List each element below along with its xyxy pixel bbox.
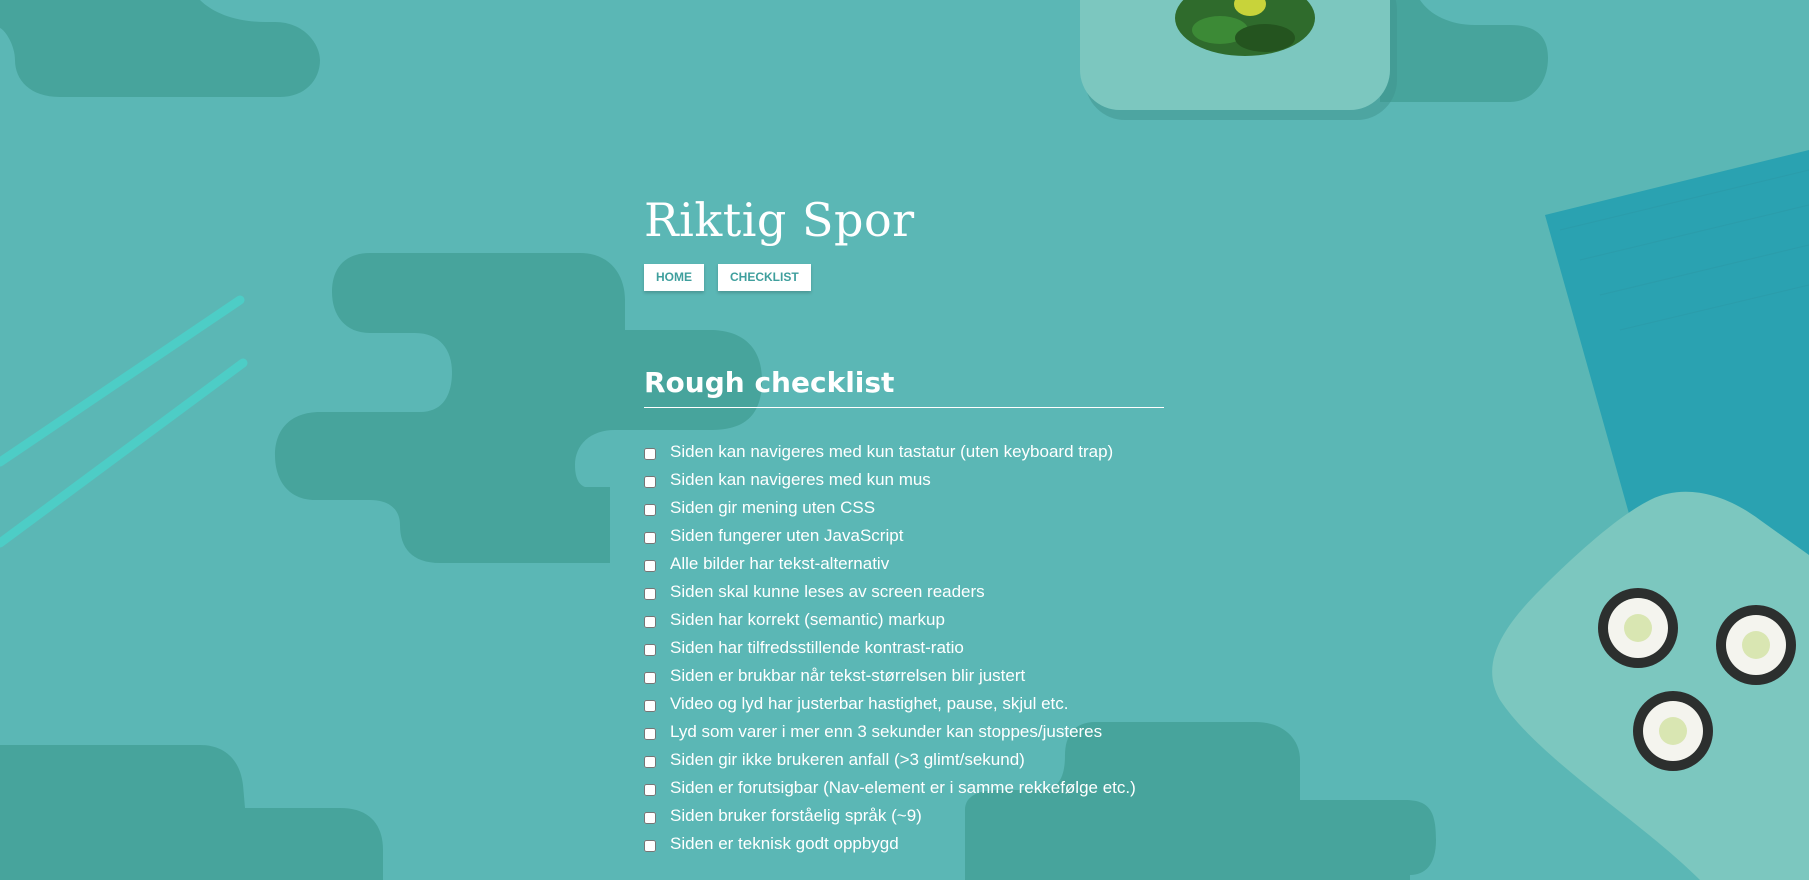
cloud-shape-top-left [0, 0, 320, 97]
checklist-label: Siden bruker forståelig språk (~9) [670, 806, 922, 825]
checklist-checkbox[interactable] [644, 504, 656, 516]
nav-checklist-button[interactable]: CHECKLIST [718, 264, 811, 291]
chopsticks-image [0, 295, 248, 548]
nav-home-button[interactable]: HOME [644, 264, 704, 291]
checklist-item: Siden kan navigeres med kun mus [644, 466, 1164, 494]
main-content: Riktig Spor HOME CHECKLIST Rough checkli… [644, 190, 1164, 858]
checklist-label: Siden kan navigeres med kun tastatur (ut… [670, 442, 1114, 461]
sushi-roll-3 [1633, 691, 1713, 771]
checklist-checkbox[interactable] [644, 756, 656, 768]
checklist-item: Lyd som varer i mer enn 3 sekunder kan s… [644, 718, 1164, 746]
checklist-checkbox[interactable] [644, 476, 656, 488]
checklist-item: Alle bilder har tekst-alternativ [644, 550, 1164, 578]
checklist-item: Siden har tilfredsstillende kontrast-rat… [644, 634, 1164, 662]
checklist: Siden kan navigeres med kun tastatur (ut… [644, 438, 1164, 858]
checklist-item: Siden fungerer uten JavaScript [644, 522, 1164, 550]
checklist-checkbox[interactable] [644, 784, 656, 796]
checklist-checkbox[interactable] [644, 644, 656, 656]
checklist-checkbox[interactable] [644, 588, 656, 600]
checklist-item: Siden er forutsigbar (Nav-element er i s… [644, 774, 1164, 802]
checklist-item: Siden gir mening uten CSS [644, 494, 1164, 522]
checklist-label: Video og lyd har justerbar hastighet, pa… [670, 694, 1069, 713]
checklist-item: Siden skal kunne leses av screen readers [644, 578, 1164, 606]
checklist-checkbox[interactable] [644, 560, 656, 572]
cloud-shape-bottom-left [0, 745, 383, 880]
checklist-item: Siden er brukbar når tekst-størrelsen bl… [644, 662, 1164, 690]
plate-bottom-right [1492, 491, 1809, 880]
checklist-checkbox[interactable] [644, 812, 656, 824]
checklist-item: Siden kan navigeres med kun tastatur (ut… [644, 438, 1164, 466]
checklist-label: Siden skal kunne leses av screen readers [670, 582, 985, 601]
checklist-item: Siden gir ikke brukeren anfall (>3 glimt… [644, 746, 1164, 774]
checklist-label: Siden fungerer uten JavaScript [670, 526, 904, 545]
checklist-label: Siden har tilfredsstillende kontrast-rat… [670, 638, 964, 657]
checklist-checkbox[interactable] [644, 728, 656, 740]
checklist-item: Siden bruker forståelig språk (~9) [644, 802, 1164, 830]
checklist-label: Siden gir mening uten CSS [670, 498, 876, 517]
checklist-checkbox[interactable] [644, 616, 656, 628]
sushi-roll-1 [1598, 588, 1678, 668]
checklist-label: Alle bilder har tekst-alternativ [670, 554, 890, 573]
checklist-item: Siden er teknisk godt oppbygd [644, 830, 1164, 858]
checklist-checkbox[interactable] [644, 672, 656, 684]
checklist-label: Siden er teknisk godt oppbygd [670, 834, 899, 853]
checklist-label: Siden har korrekt (semantic) markup [670, 610, 945, 629]
checklist-item: Siden har korrekt (semantic) markup [644, 606, 1164, 634]
checklist-checkbox[interactable] [644, 840, 656, 852]
main-nav: HOME CHECKLIST [644, 264, 1164, 291]
checklist-label: Lyd som varer i mer enn 3 sekunder kan s… [670, 722, 1103, 741]
checklist-checkbox[interactable] [644, 700, 656, 712]
checklist-item: Video og lyd har justerbar hastighet, pa… [644, 690, 1164, 718]
checklist-label: Siden gir ikke brukeren anfall (>3 glimt… [670, 750, 1025, 769]
checklist-checkbox[interactable] [644, 448, 656, 460]
sushi-roll-2 [1716, 605, 1796, 685]
checklist-label: Siden er forutsigbar (Nav-element er i s… [670, 778, 1136, 797]
site-logo[interactable]: Riktig Spor [644, 190, 1164, 250]
checklist-label: Siden kan navigeres med kun mus [670, 470, 931, 489]
page-title: Rough checklist [644, 365, 1164, 408]
checklist-label: Siden er brukbar når tekst-størrelsen bl… [670, 666, 1026, 685]
checklist-checkbox[interactable] [644, 532, 656, 544]
cloud-shape-top-right [1380, 0, 1548, 102]
